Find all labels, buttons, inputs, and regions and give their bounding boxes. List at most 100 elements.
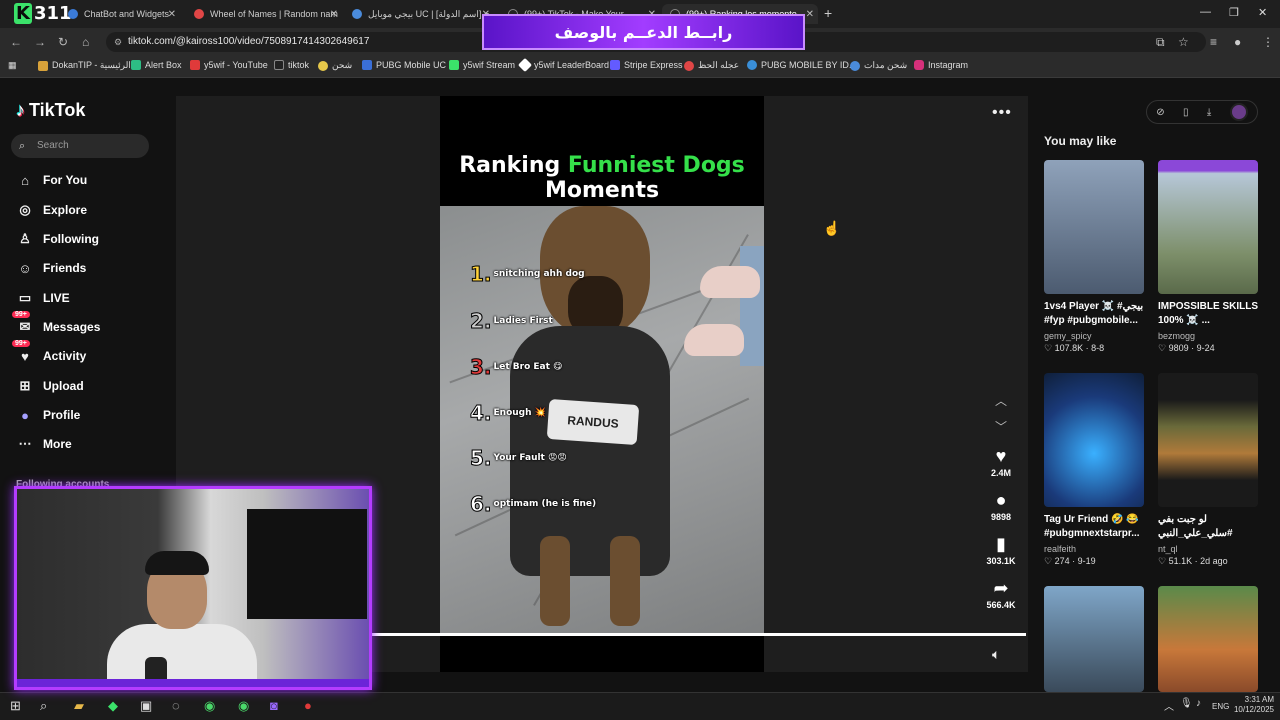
bookmark-icon xyxy=(190,60,200,70)
chrome-icon[interactable]: ◉ xyxy=(204,698,215,714)
restore-button[interactable]: ❐ xyxy=(1229,6,1239,19)
app-icon[interactable]: ◆ xyxy=(108,698,118,714)
search-input[interactable]: ⌕ Search xyxy=(11,134,149,158)
heart-icon: ♥ xyxy=(995,446,1007,466)
nav-item-messages[interactable]: ✉ 99+ Messages xyxy=(12,311,100,337)
bookmark-item[interactable]: Instagram xyxy=(914,60,968,70)
nav-item-following[interactable]: ♙ Following xyxy=(16,229,99,249)
bookmark-item[interactable]: y5wif - YouTube xyxy=(190,60,268,70)
mic-tray-icon[interactable]: 🎙︎ xyxy=(1180,698,1193,709)
webcam-strip xyxy=(17,679,369,687)
nav-item-upload[interactable]: ⊞ Upload xyxy=(16,376,84,396)
bookmark-icon xyxy=(131,60,141,70)
app-icon[interactable]: ▣ xyxy=(140,698,152,714)
app-icon[interactable]: ◌ xyxy=(172,698,180,713)
bookmark-item[interactable]: شحن xyxy=(318,60,352,71)
recommended-video[interactable]: IMPOSSIBLE SKILLS 100% ☠️ ... bezmogg ♡ … xyxy=(1158,160,1258,354)
browser-tab[interactable]: بيجي موبايل UC | [اسم الدولة] خ ✕ xyxy=(344,4,494,24)
app-icon[interactable]: ● xyxy=(304,698,312,713)
nav-item-for-you[interactable]: ⌂ For You xyxy=(16,170,87,190)
video-thumbnail[interactable] xyxy=(1158,586,1258,692)
file-explorer-icon[interactable]: ▰ xyxy=(74,698,84,714)
previous-video-icon[interactable]: ︿ xyxy=(995,392,1007,409)
site-info-icon[interactable]: ⚙ xyxy=(114,32,122,52)
download-icon[interactable]: ⤓ xyxy=(1207,107,1211,118)
nav-item-explore[interactable]: ◎ Explore xyxy=(16,200,87,220)
bookmark-item[interactable]: DokanTIP - الرئيسية xyxy=(38,60,131,71)
profile-avatar-icon[interactable]: ● xyxy=(1234,35,1241,49)
window-close-button[interactable]: ✕ xyxy=(1258,6,1267,19)
video-progress-bar[interactable] xyxy=(370,633,1026,636)
tab-favicon-icon xyxy=(68,9,78,19)
minimize-button[interactable]: — xyxy=(1200,6,1211,18)
chrome-icon[interactable]: ◉ xyxy=(238,698,249,714)
nav-item-live[interactable]: ▭ LIVE xyxy=(16,288,70,308)
clock[interactable]: 3:31 AM 10/12/2025 xyxy=(1230,695,1274,715)
volume-icon[interactable]: 🔈︎ xyxy=(992,646,1000,663)
device-icon[interactable]: ▯ xyxy=(1183,107,1189,118)
tray-chevron-icon[interactable]: ︿ xyxy=(1164,698,1174,713)
comment-button[interactable]: ● 9898 xyxy=(980,490,1022,522)
shoe xyxy=(684,324,744,356)
webcam-monitor xyxy=(247,509,367,619)
nav-item-friends[interactable]: ☺ Friends xyxy=(16,258,86,278)
more-options-icon[interactable]: ••• xyxy=(992,104,1012,122)
bookmark-item[interactable]: PUBG Mobile UC xyxy=(362,60,446,70)
coins-icon[interactable]: ⊘ xyxy=(1156,107,1164,118)
shoe xyxy=(700,266,760,298)
bookmark-item[interactable]: tiktok xyxy=(274,60,309,70)
recommended-video[interactable]: 1vs4 Player ☠️ #بيجي #fyp #pubgmobile...… xyxy=(1044,160,1144,354)
new-tab-button[interactable]: + xyxy=(824,5,832,21)
bookmark-item[interactable]: y5wif LeaderBoard xyxy=(517,57,609,73)
start-icon[interactable]: ⊞ xyxy=(10,698,21,714)
install-icon[interactable]: ⧉ xyxy=(1156,35,1165,50)
more-icon: ⋯ xyxy=(18,436,32,451)
recommended-video[interactable] xyxy=(1158,586,1258,692)
close-icon[interactable]: ✕ xyxy=(806,9,814,20)
back-icon[interactable]: ← xyxy=(10,35,22,49)
nav-item-activity[interactable]: ♥ 99+ Activity xyxy=(12,340,86,366)
like-button[interactable]: ♥ 2.4M xyxy=(980,446,1022,478)
language-indicator[interactable]: ENG xyxy=(1212,702,1229,712)
ranking-item: 2. Ladies First xyxy=(470,309,553,334)
close-icon[interactable]: ✕ xyxy=(168,9,176,20)
bookmark-item[interactable]: PUBG MOBILE BY ID... xyxy=(747,60,856,70)
bookmark-item[interactable]: Alert Box xyxy=(131,60,182,70)
nav-item-profile[interactable]: ● Profile xyxy=(16,405,80,425)
bookmark-icon xyxy=(318,60,328,71)
reload-icon[interactable]: ↻ xyxy=(58,35,68,49)
video-thumbnail[interactable] xyxy=(1044,373,1144,507)
nav-item-more[interactable]: ⋯ More xyxy=(16,434,72,454)
save-button[interactable]: ▮ 303.1K xyxy=(980,534,1022,566)
bookmark-item[interactable]: شحن مدات xyxy=(850,60,907,71)
bookmark-item[interactable]: y5wif Stream xyxy=(449,60,515,70)
next-video-icon[interactable]: ﹀ xyxy=(995,418,1007,435)
search-icon[interactable]: ⌕ xyxy=(40,698,47,714)
apps-icon[interactable]: ▦ xyxy=(8,60,17,71)
ranking-item: 1. snitching ahh dog xyxy=(470,262,585,287)
volume-tray-icon[interactable]: ♪ xyxy=(1196,698,1201,709)
bookmark-star-icon[interactable]: ☆ xyxy=(1178,35,1189,49)
recommended-video[interactable]: Tag Ur Friend 🤣 😂 #pubgmnextstarpr... re… xyxy=(1044,373,1144,567)
close-icon[interactable]: ✕ xyxy=(330,9,338,20)
tiktok-logo[interactable]: ♪ TikTok xyxy=(16,100,85,121)
recommended-video[interactable]: لو جبت بفي #سلي_علي_النبي #اذكروا_الله #… xyxy=(1158,373,1258,567)
home-icon[interactable]: ⌂ xyxy=(82,35,89,49)
avatar[interactable] xyxy=(1229,103,1248,121)
browser-tab[interactable]: Wheel of Names | Random nam ✕ xyxy=(186,4,342,24)
share-button[interactable]: ➦ 566.4K xyxy=(980,578,1022,610)
video-thumbnail[interactable] xyxy=(1158,373,1258,507)
video-thumbnail[interactable] xyxy=(1158,160,1258,294)
bookmark-item[interactable]: عجله الحظ xyxy=(684,60,739,71)
browser-tab[interactable]: ChatBot and Widgets ✕ xyxy=(60,4,180,24)
forward-icon[interactable]: → xyxy=(34,35,46,49)
menu-icon[interactable]: ⋮ xyxy=(1262,35,1274,49)
app-icon[interactable]: ◙ xyxy=(270,698,278,713)
you-may-like-heading: You may like xyxy=(1044,134,1117,148)
compass-icon: ◎ xyxy=(19,202,31,217)
recommended-video[interactable] xyxy=(1044,586,1144,692)
video-thumbnail[interactable] xyxy=(1044,586,1144,692)
bookmark-item[interactable]: Stripe Express xyxy=(610,60,683,70)
video-thumbnail[interactable] xyxy=(1044,160,1144,294)
tab-search-icon[interactable]: ≡ xyxy=(1210,35,1217,49)
